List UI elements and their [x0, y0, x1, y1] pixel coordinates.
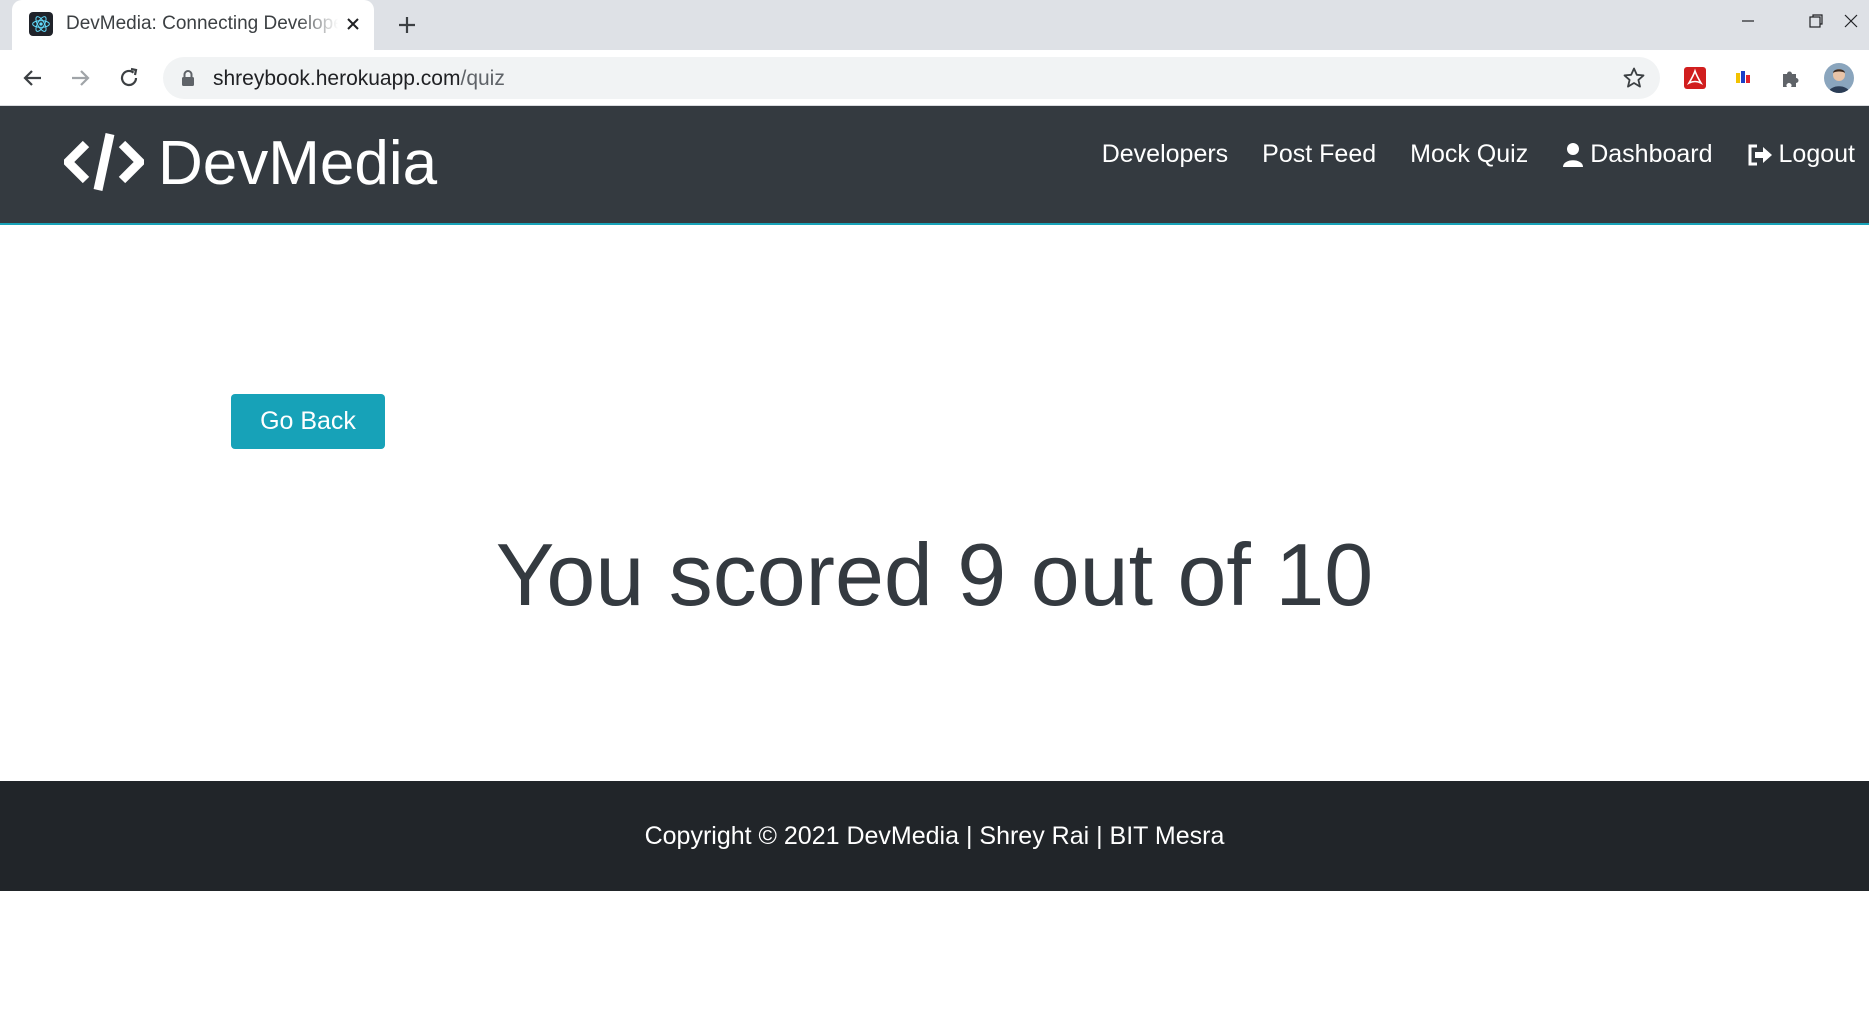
brand-name: DevMedia — [158, 129, 438, 198]
adobe-pdf-icon[interactable] — [1681, 64, 1709, 92]
user-icon — [1563, 142, 1584, 167]
minimize-icon[interactable] — [1731, 8, 1765, 34]
quiz-score-heading: You scored 9 out of 10 — [495, 525, 1374, 624]
back-icon[interactable] — [17, 62, 49, 94]
site-footer: Copyright © 2021 DevMedia | Shrey Rai | … — [0, 781, 1869, 891]
lock-icon — [181, 69, 195, 92]
new-tab-button[interactable] — [392, 10, 422, 40]
url-text[interactable]: shreybook.herokuapp.com/quiz — [213, 67, 505, 91]
footer-copyright: Copyright © 2021 DevMedia | Shrey Rai | … — [644, 821, 1225, 850]
code-icon — [61, 130, 147, 199]
browser-toolbar: shreybook.herokuapp.com/quiz — [0, 50, 1869, 106]
nav-link-developers[interactable]: Developers — [1102, 140, 1228, 169]
color-extension-icon[interactable] — [1729, 64, 1757, 92]
forward-icon[interactable] — [64, 62, 96, 94]
nav-link-logout-label: Logout — [1778, 140, 1855, 168]
profile-avatar[interactable] — [1824, 63, 1854, 93]
restore-icon[interactable] — [1799, 8, 1833, 34]
sign-out-icon — [1748, 144, 1772, 165]
window-close-icon[interactable] — [1836, 8, 1866, 34]
react-icon — [29, 12, 53, 36]
nav-link-dashboard-label: Dashboard — [1590, 140, 1713, 168]
browser-tab[interactable]: DevMedia: Connecting Developers — [12, 0, 374, 50]
reload-icon[interactable] — [113, 62, 145, 94]
brand-logo[interactable]: DevMedia — [61, 124, 438, 204]
nav-link-post-feed[interactable]: Post Feed — [1262, 140, 1376, 169]
go-back-button[interactable]: Go Back — [231, 394, 385, 449]
site-navbar: DevMedia Developers Post Feed Mock Quiz … — [0, 106, 1869, 225]
url-path: /quiz — [460, 67, 505, 90]
close-icon[interactable] — [342, 13, 364, 35]
url-host: shreybook.herokuapp.com — [213, 67, 461, 90]
browser-tabstrip: DevMedia: Connecting Developers — [0, 0, 1869, 50]
nav-link-logout[interactable]: Logout — [1747, 140, 1855, 169]
nav-link-dashboard[interactable]: Dashboard — [1562, 140, 1713, 169]
puzzle-icon[interactable] — [1776, 64, 1804, 92]
bookmark-star-icon[interactable] — [1622, 66, 1646, 95]
nav-links: Developers Post Feed Mock Quiz Dashboard… — [1068, 140, 1855, 169]
tab-title: DevMedia: Connecting Developers — [66, 13, 338, 34]
address-bar[interactable]: shreybook.herokuapp.com/quiz — [163, 57, 1660, 99]
nav-link-mock-quiz[interactable]: Mock Quiz — [1410, 140, 1528, 169]
